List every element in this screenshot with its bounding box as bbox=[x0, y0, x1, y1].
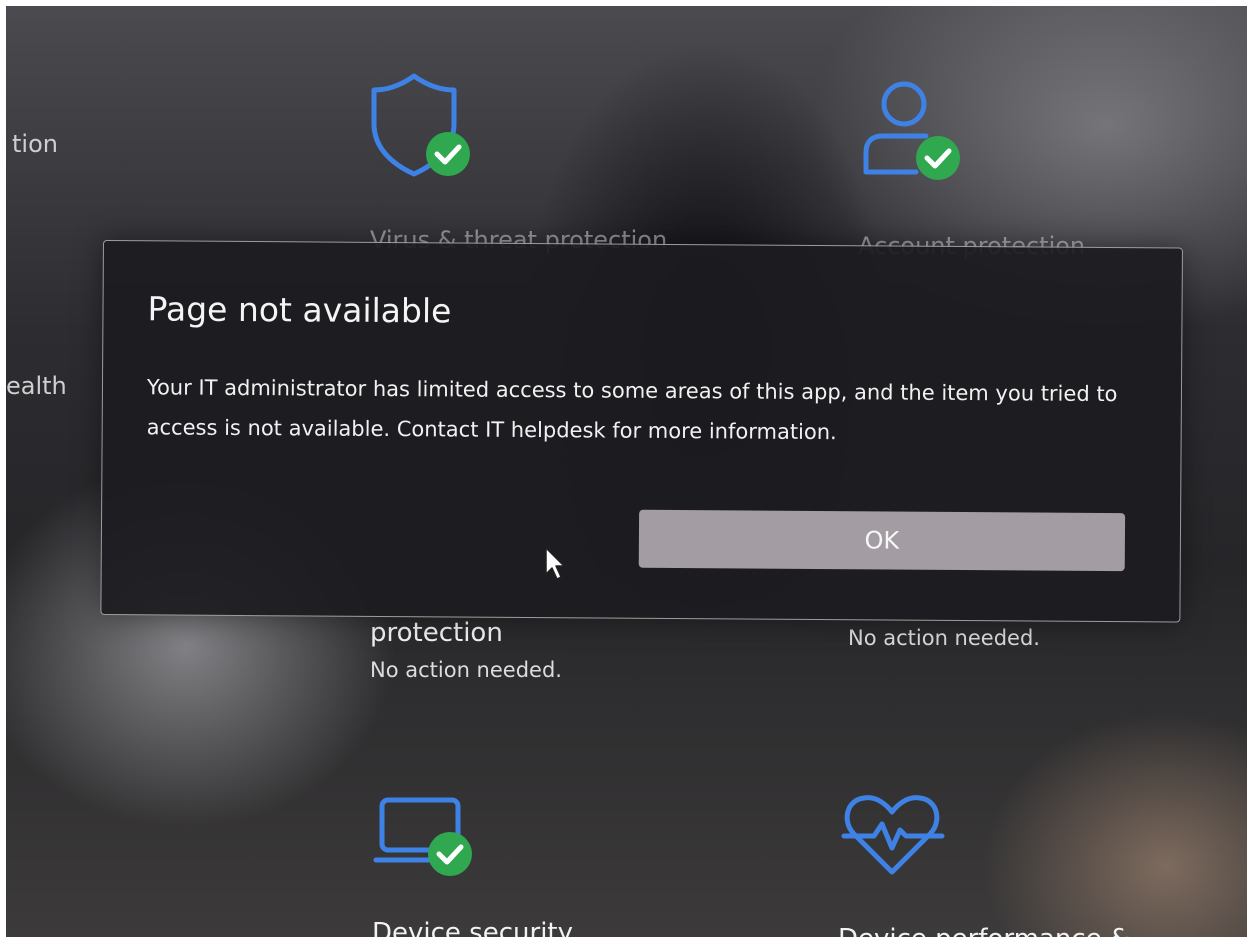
shield-check-icon[interactable] bbox=[366, 70, 476, 182]
dialog-title: Page not available bbox=[147, 289, 452, 331]
laptop-check-icon[interactable] bbox=[372, 794, 482, 884]
person-check-icon[interactable] bbox=[856, 78, 966, 188]
sidebar-label-cut-middle: ealth bbox=[6, 372, 67, 400]
tile-title-device-security: Device security bbox=[372, 918, 573, 937]
ok-button[interactable]: OK bbox=[638, 509, 1126, 572]
dialog-message: Your IT administrator has limited access… bbox=[146, 375, 1118, 445]
tile-status-firewall: No action needed. bbox=[370, 658, 562, 682]
page-not-available-dialog: Page not available Your IT administrator… bbox=[100, 240, 1183, 623]
mouse-cursor-icon bbox=[545, 547, 565, 580]
sidebar-label-cut-top: tion bbox=[12, 130, 58, 158]
tile-title-firewall: protection bbox=[370, 618, 503, 648]
heart-pulse-icon[interactable] bbox=[838, 790, 948, 880]
screen-photo: tion ealth Virus & threat protection Acc… bbox=[6, 6, 1247, 937]
tile-title-device-performance: Device performance & bbox=[838, 924, 1130, 937]
tile-status-app: No action needed. bbox=[848, 626, 1040, 650]
